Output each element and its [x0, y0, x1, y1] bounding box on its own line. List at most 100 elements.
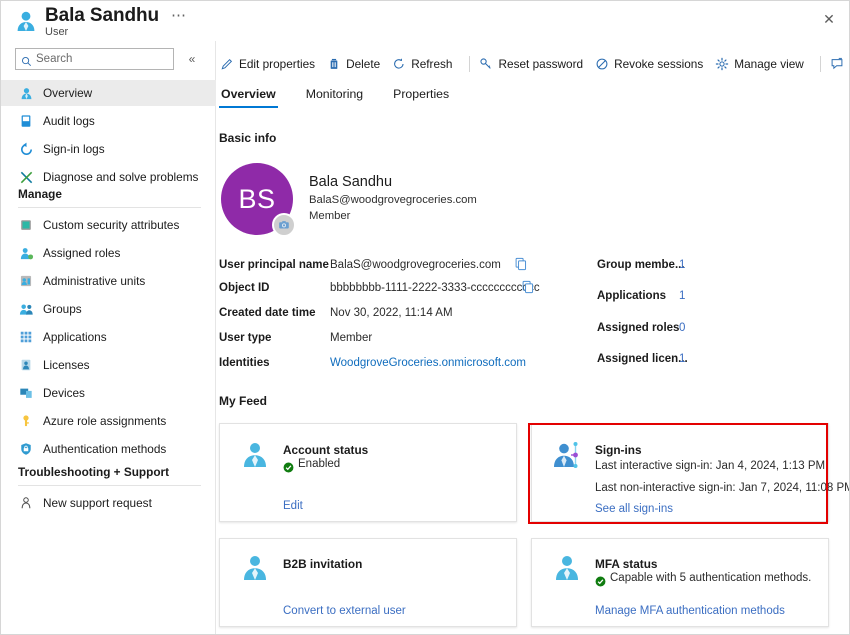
copy-icon[interactable]: [521, 280, 535, 294]
profile-name: Bala Sandhu: [309, 174, 392, 190]
sidebar-item-custom-security-attributes[interactable]: Custom security attributes: [1, 212, 216, 238]
sidebar-item-applications[interactable]: Applications: [1, 324, 216, 350]
card-b2b-invitation[interactable]: B2B invitation Convert to external user: [219, 538, 517, 627]
stat-label-assigned-licenses: Assigned licen...: [597, 353, 688, 365]
sidebar-item-label: Diagnose and solve problems: [43, 170, 198, 184]
refresh-button[interactable]: Refresh: [389, 52, 459, 76]
prop-label-user-type: User type: [219, 332, 271, 344]
prop-label-object-id: Object ID: [219, 282, 269, 294]
toolbar-label: Refresh: [411, 57, 452, 71]
main-content: Edit properties Delete: [217, 41, 850, 635]
devices-icon: [18, 385, 34, 401]
tab-overview[interactable]: Overview: [219, 87, 278, 108]
check-circle-icon: [283, 460, 294, 471]
prop-value-upn: BalaS@woodgrovegroceries.com: [330, 259, 501, 271]
toolbar-label: Manage view: [734, 57, 804, 71]
sidebar-item-label: Applications: [43, 330, 107, 344]
tab-monitoring[interactable]: Monitoring: [304, 87, 365, 108]
tab-properties[interactable]: Properties: [391, 87, 451, 108]
collapse-sidebar-button[interactable]: «: [184, 50, 200, 68]
basic-info-heading: Basic info: [219, 131, 276, 145]
sidebar-item-devices[interactable]: Devices: [1, 380, 216, 406]
sidebar-divider-manage: [18, 207, 201, 208]
shield-icon: [18, 441, 34, 457]
toolbar-label: Edit properties: [239, 57, 315, 71]
sidebar-item-authentication-methods[interactable]: Authentication methods: [1, 436, 216, 462]
card-sign-ins[interactable]: Sign-ins Last interactive sign-in: Jan 4…: [531, 423, 829, 522]
sidebar-item-licenses[interactable]: Licenses: [1, 352, 216, 378]
profile-user-type: Member: [309, 210, 350, 222]
prop-value-object-id: bbbbbbbb-1111-2222-3333-cccccccccccc: [330, 282, 540, 294]
sidebar-item-label: Groups: [43, 302, 82, 316]
search-box[interactable]: [15, 48, 174, 70]
sidebar-item-overview[interactable]: Overview: [1, 80, 216, 106]
stat-value-assigned-licenses[interactable]: 1: [679, 353, 685, 365]
card-account-status[interactable]: Account status Enabled Edit: [219, 423, 517, 522]
sidebar-section-troubleshooting: Troubleshooting + Support: [18, 465, 169, 479]
card-status-text: Capable with 5 authentication methods.: [610, 572, 811, 584]
card-title: Sign-ins: [595, 443, 642, 457]
sidebar-item-label: Devices: [43, 386, 85, 400]
prop-value-user-type: Member: [330, 332, 372, 344]
user-icon: [18, 85, 34, 101]
card-link-convert-to-external-user[interactable]: Convert to external user: [283, 605, 406, 617]
page-subtitle: User: [45, 26, 68, 38]
search-input[interactable]: [36, 53, 164, 65]
toolbar-separator: [469, 56, 470, 72]
card-link-manage-mfa-authentication-methods[interactable]: Manage MFA authentication methods: [595, 605, 785, 617]
sidebar-item-audit-logs[interactable]: Audit logs: [1, 108, 216, 134]
stat-value-assigned-roles[interactable]: 0: [679, 322, 685, 334]
pencil-icon: [219, 57, 234, 72]
sign-in-log-icon: [18, 141, 34, 157]
toolbar-label: Delete: [346, 57, 380, 71]
wrench-icon: [18, 169, 34, 185]
card-last-non-interactive-signin: Last non-interactive sign-in: Jan 7, 202…: [595, 482, 850, 494]
got-feedback-button[interactable]: Got feedback?: [828, 52, 850, 76]
card-link-see-all-sign-ins[interactable]: See all sign-ins: [595, 503, 673, 515]
edit-properties-button[interactable]: Edit properties: [217, 52, 322, 76]
feedback-icon: [830, 57, 845, 72]
card-mfa-status[interactable]: MFA status Capable with 5 authentication…: [531, 538, 829, 627]
check-circle-icon: [595, 574, 606, 585]
manage-view-button[interactable]: Manage view: [712, 52, 811, 76]
sidebar-item-sign-in-logs[interactable]: Sign-in logs: [1, 136, 216, 162]
stat-value-applications[interactable]: 1: [679, 290, 685, 302]
sidebar-item-azure-role-assignments[interactable]: Azure role assignments: [1, 408, 216, 434]
prop-value-identities-link[interactable]: WoodgroveGroceries.onmicrosoft.com: [330, 357, 526, 369]
sidebar-item-groups[interactable]: Groups: [1, 296, 216, 322]
applications-icon: [18, 329, 34, 345]
prop-label-upn: User principal name: [219, 259, 329, 271]
trash-icon: [326, 57, 341, 72]
user-overview-page: Bala Sandhu ⋯ User ✕ «: [0, 0, 850, 635]
stat-label-group-membership: Group membe...: [597, 259, 685, 271]
sidebar-item-administrative-units[interactable]: Administrative units: [1, 268, 216, 294]
tab-bar: Overview Monitoring Properties: [219, 87, 477, 108]
refresh-icon: [391, 57, 406, 72]
prop-label-identities: Identities: [219, 357, 269, 369]
copy-icon[interactable]: [514, 257, 528, 271]
close-icon[interactable]: ✕: [817, 7, 841, 31]
card-link-edit[interactable]: Edit: [283, 500, 303, 512]
command-toolbar: Edit properties Delete: [217, 51, 850, 77]
delete-button[interactable]: Delete: [324, 52, 387, 76]
my-feed-heading: My Feed: [219, 394, 267, 408]
sidebar-section-manage: Manage: [18, 187, 62, 201]
attributes-icon: [18, 217, 34, 233]
card-title: MFA status: [595, 557, 658, 571]
camera-icon[interactable]: [272, 213, 296, 237]
sidebar-item-label: New support request: [43, 496, 152, 510]
revoke-sessions-button[interactable]: Revoke sessions: [592, 52, 710, 76]
licenses-icon: [18, 357, 34, 373]
stat-value-group-membership[interactable]: 1: [679, 259, 685, 271]
key-icon: [18, 413, 34, 429]
sidebar-item-assigned-roles[interactable]: Assigned roles: [1, 240, 216, 266]
sidebar-item-label: Assigned roles: [43, 246, 120, 260]
toolbar-label: Reset password: [499, 57, 584, 71]
reset-password-button[interactable]: Reset password: [477, 52, 591, 76]
search-icon: [21, 54, 32, 65]
administrative-units-icon: [18, 273, 34, 289]
sidebar-item-label: Sign-in logs: [43, 142, 105, 156]
sidebar-item-new-support-request[interactable]: New support request: [1, 490, 216, 516]
page-title: Bala Sandhu: [45, 5, 159, 27]
more-options-button[interactable]: ⋯: [171, 9, 187, 23]
